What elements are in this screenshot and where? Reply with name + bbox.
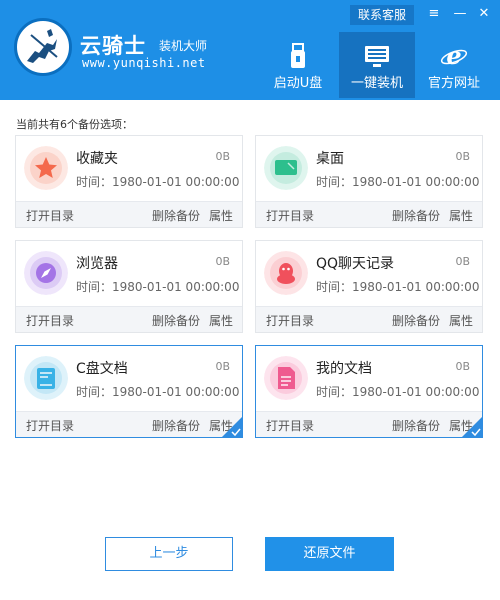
card-actions: 打开目录 删除备份 属性 — [16, 201, 242, 227]
selected-check-icon — [221, 416, 243, 438]
svg-text:e: e — [446, 42, 461, 70]
selected-check-icon — [461, 416, 483, 438]
card-time: 时间：1980-01-01 00:00:00 — [76, 175, 240, 189]
card-size: 0B — [215, 360, 230, 373]
properties-link[interactable]: 属性 — [449, 207, 473, 224]
card-actions: 打开目录 删除备份 属性 — [16, 411, 242, 437]
nav-usb-label: 启动U盘 — [273, 76, 323, 91]
backup-count-title: 当前共有6个备份选项： — [16, 118, 133, 131]
card-actions: 打开目录 删除备份 属性 — [16, 306, 242, 332]
ie-browser-icon: e — [440, 42, 468, 70]
nav-one-click-install[interactable]: 一键装机 — [339, 32, 415, 98]
delete-backup-link[interactable]: 删除备份 — [392, 417, 440, 434]
card-time: 时间：1980-01-01 00:00:00 — [316, 175, 480, 189]
card-size: 0B — [455, 255, 470, 268]
star-icon — [24, 146, 68, 190]
card-title: C盘文档 — [76, 361, 128, 377]
card-time: 时间：1980-01-01 00:00:00 — [76, 385, 240, 399]
card-title: 我的文档 — [316, 361, 372, 377]
brand-logo: 云骑士 装机大师 www.yunqishi.net — [14, 18, 244, 82]
nav-official-site[interactable]: e 官方网址 — [416, 32, 492, 98]
delete-backup-link[interactable]: 删除备份 — [152, 417, 200, 434]
drive-icon — [24, 356, 68, 400]
minimize-icon[interactable]: — — [450, 4, 470, 24]
open-folder-link[interactable]: 打开目录 — [266, 207, 314, 224]
card-actions: 打开目录 删除备份 属性 — [256, 201, 482, 227]
open-folder-link[interactable]: 打开目录 — [266, 417, 314, 434]
backup-card-c-drive-docs[interactable]: C盘文档 0B 时间：1980-01-01 00:00:00 打开目录 删除备份… — [15, 345, 243, 438]
usb-drive-icon — [291, 43, 305, 68]
card-time: 时间：1980-01-01 00:00:00 — [76, 280, 240, 294]
card-size: 0B — [455, 150, 470, 163]
card-title: QQ聊天记录 — [316, 256, 395, 272]
previous-step-button[interactable]: 上一步 — [105, 537, 233, 571]
open-folder-link[interactable]: 打开目录 — [266, 312, 314, 329]
properties-link[interactable]: 属性 — [209, 207, 233, 224]
monitor-icon — [365, 46, 389, 67]
card-size: 0B — [455, 360, 470, 373]
delete-backup-link[interactable]: 删除备份 — [392, 312, 440, 329]
backup-card-desktop[interactable]: 桌面 0B 时间：1980-01-01 00:00:00 打开目录 删除备份 属… — [255, 135, 483, 228]
brand-subtitle: 装机大师 — [159, 39, 208, 53]
close-icon[interactable]: ✕ — [474, 4, 494, 24]
delete-backup-link[interactable]: 删除备份 — [392, 207, 440, 224]
knight-logo-icon — [14, 18, 72, 76]
properties-link[interactable]: 属性 — [209, 312, 233, 329]
card-title: 浏览器 — [76, 256, 118, 272]
document-icon — [264, 356, 308, 400]
app-header: 云骑士 装机大师 www.yunqishi.net 联系客服 ≡ — ✕ 启动U… — [0, 0, 500, 100]
backup-card-browser[interactable]: 浏览器 0B 时间：1980-01-01 00:00:00 打开目录 删除备份 … — [15, 240, 243, 333]
card-size: 0B — [215, 150, 230, 163]
card-title: 收藏夹 — [76, 151, 118, 167]
menu-icon[interactable]: ≡ — [424, 4, 444, 24]
properties-link[interactable]: 属性 — [449, 312, 473, 329]
restore-files-button[interactable]: 还原文件 — [265, 537, 394, 571]
open-folder-link[interactable]: 打开目录 — [26, 207, 74, 224]
open-folder-link[interactable]: 打开目录 — [26, 312, 74, 329]
card-actions: 打开目录 删除备份 属性 — [256, 306, 482, 332]
nav-usb-boot[interactable]: 启动U盘 — [260, 32, 336, 98]
card-time: 时间：1980-01-01 00:00:00 — [316, 385, 480, 399]
delete-backup-link[interactable]: 删除备份 — [152, 312, 200, 329]
compass-icon — [24, 251, 68, 295]
card-actions: 打开目录 删除备份 属性 — [256, 411, 482, 437]
backup-card-favorites[interactable]: 收藏夹 0B 时间：1980-01-01 00:00:00 打开目录 删除备份 … — [15, 135, 243, 228]
qq-penguin-icon — [264, 251, 308, 295]
brand-url: www.yunqishi.net — [82, 56, 206, 70]
backup-card-qq-chat[interactable]: QQ聊天记录 0B 时间：1980-01-01 00:00:00 打开目录 删除… — [255, 240, 483, 333]
nav-install-label: 一键装机 — [350, 76, 403, 91]
backup-card-my-documents[interactable]: 我的文档 0B 时间：1980-01-01 00:00:00 打开目录 删除备份… — [255, 345, 483, 438]
nav-site-label: 官方网址 — [427, 76, 480, 91]
delete-backup-link[interactable]: 删除备份 — [152, 207, 200, 224]
card-size: 0B — [215, 255, 230, 268]
desktop-icon — [264, 146, 308, 190]
open-folder-link[interactable]: 打开目录 — [26, 417, 74, 434]
card-time: 时间：1980-01-01 00:00:00 — [316, 280, 480, 294]
card-title: 桌面 — [316, 151, 344, 167]
contact-service-button[interactable]: 联系客服 — [350, 5, 414, 25]
